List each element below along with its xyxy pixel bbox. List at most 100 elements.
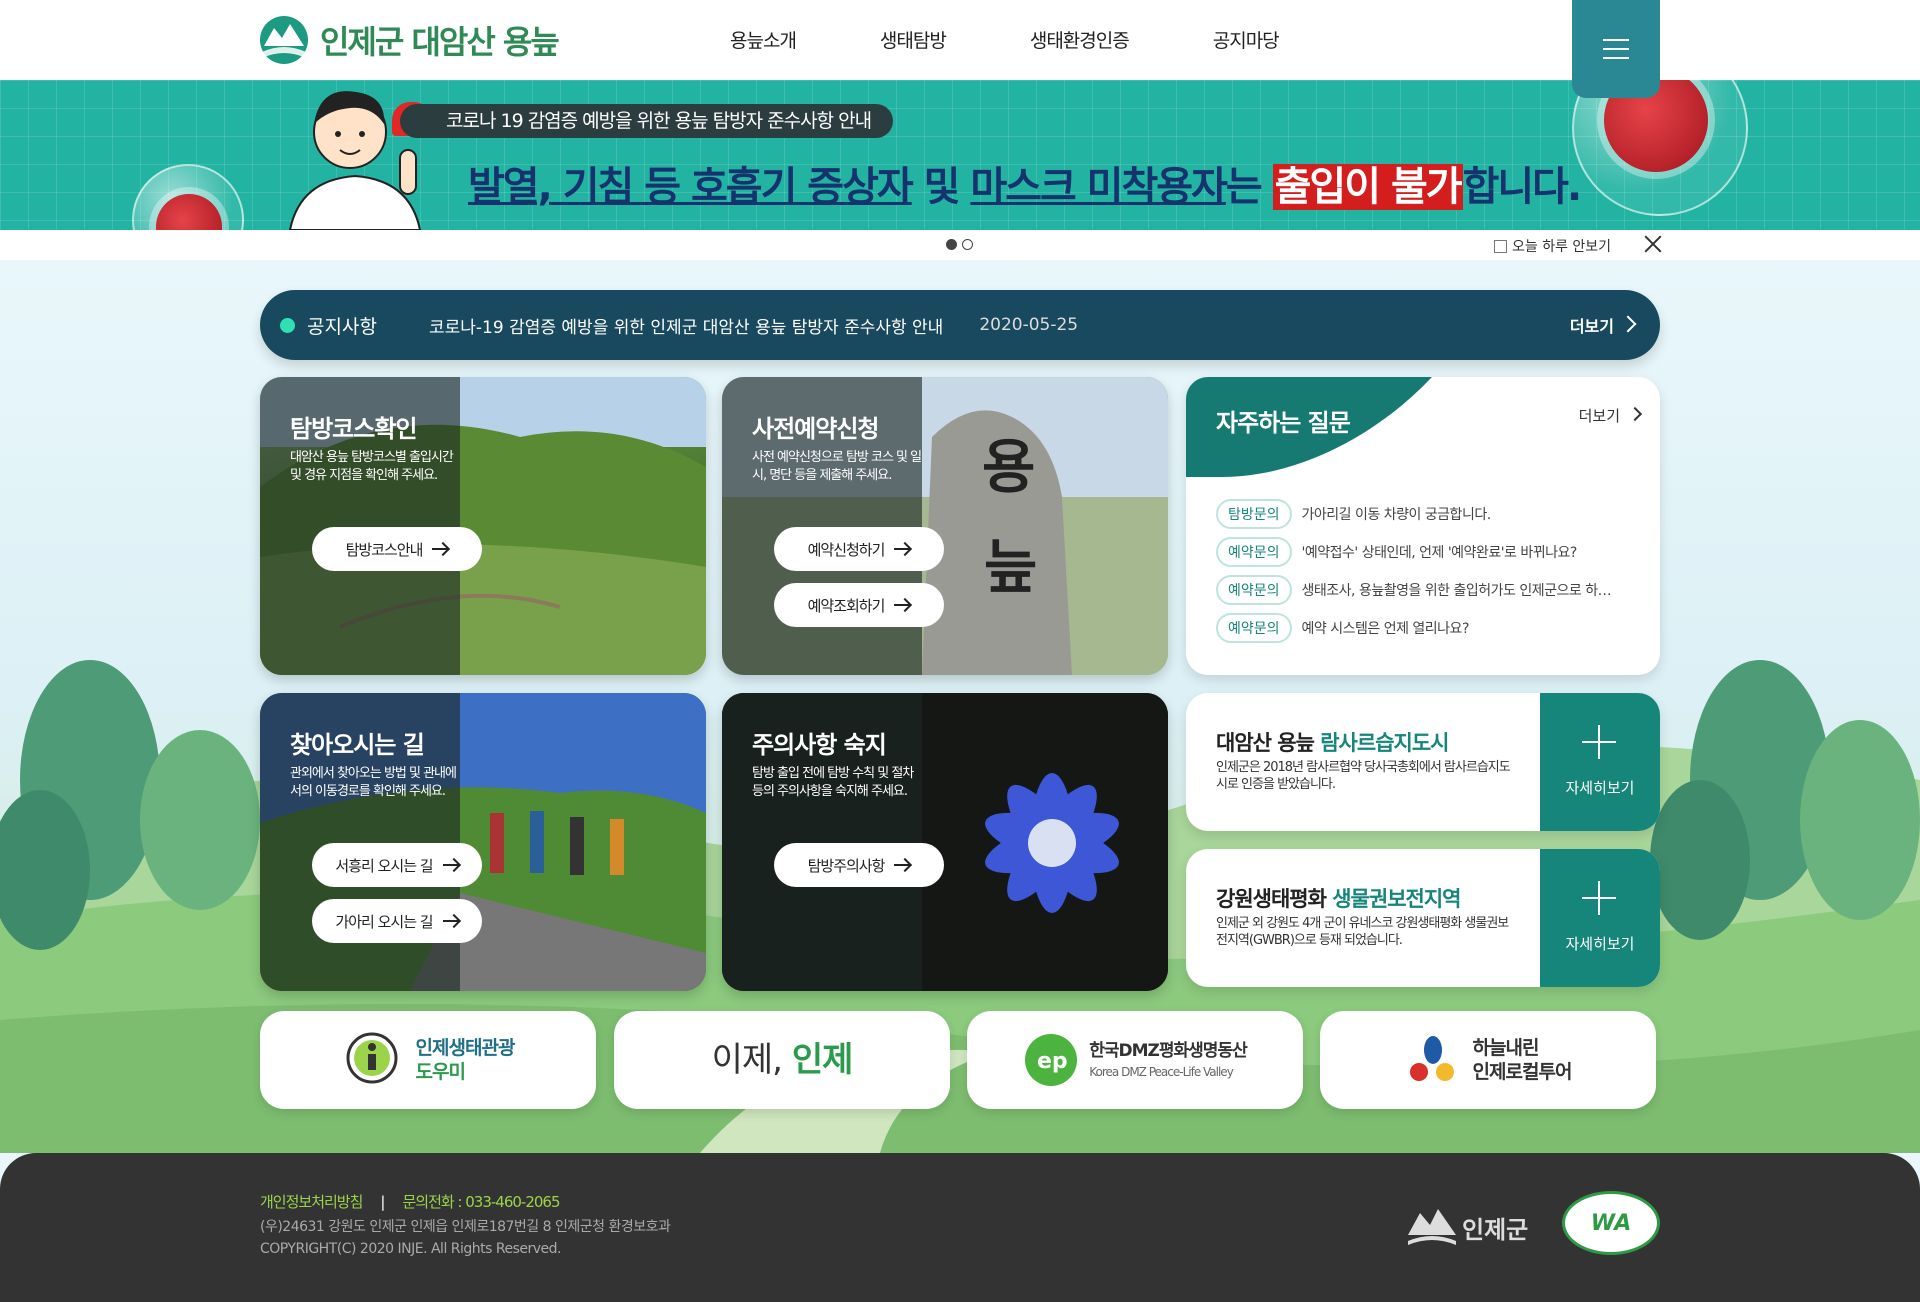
headline-part-1: 발열, 기침 등 호흡기 증상자	[468, 164, 914, 210]
card-directions: 찾아오시는 길 관외에서 찾아오는 방법 및 관내에서의 이동경로를 확인해 주…	[260, 693, 706, 991]
precautions-button[interactable]: 탐방주의사항	[774, 843, 944, 887]
quick-line1: 한국DMZ평화생명동산	[1089, 1041, 1247, 1061]
info-desc: 인제군 외 강원도 4개 군이 유네스코 강원생태평화 생물권보전지역(GWBR…	[1216, 916, 1509, 948]
faq-question[interactable]: '예약접수' 상태인데, 언제 '예약완료'로 바뀌나요?	[1302, 542, 1620, 562]
faq-question[interactable]: 가아리길 이동 차량이 궁금합니다.	[1302, 504, 1620, 524]
button-label: 가아리 오시는 길	[335, 912, 433, 931]
card-title: 주의사항 숙지	[752, 731, 887, 759]
footer-logo-text: 인제군	[1462, 1215, 1529, 1244]
reserve-apply-button[interactable]: 예약신청하기	[774, 527, 944, 571]
info-title-b: 람사르습지도시	[1320, 731, 1449, 755]
faq-tag: 예약문의	[1216, 575, 1292, 605]
button-label: 탐방코스안내	[345, 540, 424, 559]
arrow-right-icon	[894, 864, 911, 866]
ramsar-detail-button[interactable]: 자세히보기	[1540, 693, 1660, 831]
gaari-route-button[interactable]: 가아리 오시는 길	[312, 899, 482, 943]
notice-label: 공지사항	[307, 315, 377, 338]
web-accessibility-mark[interactable]: WA	[1562, 1191, 1660, 1255]
close-icon[interactable]	[1642, 233, 1664, 255]
faq-question[interactable]: 생태조사, 용늪촬영을 위한 출입허가도 인제군으로 하나요?	[1302, 580, 1620, 600]
site-logo[interactable]: 인제군 대암산 용늪	[258, 14, 560, 66]
quick-line1: 하늘내린	[1472, 1037, 1540, 1059]
biosphere-info-box: 강원생태평화 생물권보전지역 인제군 외 강원도 4개 군이 유네스코 강원생태…	[1186, 849, 1660, 987]
pagination-dot-2[interactable]	[962, 239, 973, 250]
button-label: 탐방주의사항	[807, 856, 886, 875]
headline-part-5: 출입이 불가	[1272, 164, 1463, 210]
covid-notice-banner[interactable]: 코로나 19 감염증 예방을 위한 용늪 탐방자 준수사항 안내 발열, 기침 …	[0, 80, 1920, 230]
footer-address: (우)24631 강원도 인제군 인제읍 인제로187번길 8 인제군청 환경보…	[260, 1219, 671, 1235]
headline-part-3: 마스크 미착용자	[970, 164, 1228, 210]
faq-item[interactable]: 예약문의 '예약접수' 상태인데, 언제 '예약완료'로 바뀌나요?	[1216, 533, 1620, 571]
faq-item[interactable]: 예약문의 예약 시스템은 언제 열리나요?	[1216, 609, 1620, 647]
faq-title: 자주하는 질문	[1216, 409, 1351, 437]
card-title: 찾아오시는 길	[290, 731, 425, 759]
detail-label: 자세히보기	[1565, 935, 1635, 953]
notice-bar[interactable]: 공지사항 코로나-19 감염증 예방을 위한 인제군 대암산 용늪 탐방자 준수…	[260, 290, 1660, 360]
faq-tag: 예약문의	[1216, 537, 1292, 567]
local-tour-logo-icon	[1409, 1036, 1454, 1081]
quick-link-label: 하늘내린 인제로컬투어	[1472, 1036, 1573, 1084]
quick-line1: 이제,	[711, 1040, 792, 1080]
biosphere-detail-button[interactable]: 자세히보기	[1540, 849, 1660, 987]
arrow-right-icon	[894, 604, 911, 606]
arrow-right-icon	[442, 920, 459, 922]
info-icon	[346, 1032, 398, 1084]
quick-link-eco-guide[interactable]: 인제생태관광 도우미	[260, 1011, 596, 1109]
faq-panel: 자주하는 질문 더보기 탐방문의 가아리길 이동 차량이 궁금합니다. 예약문의 '…	[1186, 377, 1660, 675]
logo-text: 인제군 대암산 용늪	[320, 23, 560, 61]
notice-more-label: 더보기	[1569, 317, 1614, 336]
faq-tag: 예약문의	[1216, 613, 1292, 643]
seoheung-route-button[interactable]: 서흥리 오시는 길	[312, 843, 482, 887]
plus-icon	[1582, 725, 1616, 759]
info-desc: 인제군은 2018년 람사르협약 당사국총회에서 람사르습지도시로 인증을 받았…	[1216, 760, 1511, 792]
footer-separator: |	[380, 1193, 385, 1211]
info-title: 강원생태평화 생물권보전지역	[1216, 883, 1461, 913]
button-label: 예약신청하기	[807, 540, 886, 559]
notice-dot-icon	[280, 317, 295, 333]
notice-date: 2020-05-25	[979, 315, 1079, 335]
notice-title-link[interactable]: 코로나-19 감염증 예방을 위한 인제군 대암산 용늪 탐방자 준수사항 안내	[429, 313, 943, 338]
faq-question[interactable]: 예약 시스템은 언제 열리나요?	[1302, 618, 1620, 638]
inje-footer-logo[interactable]: 인제군	[1406, 1205, 1528, 1249]
quick-line2: Korea DMZ Peace-Life Valley	[1089, 1065, 1234, 1079]
quick-link-now-inje[interactable]: 이제, 인제	[614, 1011, 950, 1109]
pagination-dot-1[interactable]	[946, 239, 957, 250]
footer-phone: 문의전화 : 033-460-2065	[402, 1193, 560, 1211]
main-nav: 용늪소개 생태탐방 생태환경인증 공지마당	[730, 26, 1363, 53]
reserve-lookup-button[interactable]: 예약조회하기	[774, 583, 944, 627]
arrow-right-icon	[894, 548, 911, 550]
info-title: 대암산 용늪 람사르습지도시	[1216, 727, 1449, 757]
hamburger-icon-line	[1603, 57, 1629, 59]
faq-more-link[interactable]: 더보기	[1579, 405, 1643, 426]
nav-item-certification[interactable]: 생태환경인증	[1030, 26, 1130, 53]
faq-tag: 탐방문의	[1216, 499, 1292, 529]
svg-text:늪: 늪	[984, 533, 1037, 601]
hamburger-menu-button[interactable]	[1572, 0, 1660, 98]
faq-item[interactable]: 탐방문의 가아리길 이동 차량이 궁금합니다.	[1216, 495, 1620, 533]
quick-link-dmz-valley[interactable]: ep 한국DMZ평화생명동산 Korea DMZ Peace-Life Valle…	[967, 1011, 1303, 1109]
dmz-logo-icon: ep	[1025, 1034, 1078, 1086]
privacy-policy-link[interactable]: 개인정보처리방침	[260, 1193, 363, 1211]
card-course: 탐방코스확인 대암산 용늪 탐방코스별 출입시간 및 경유 지점을 확인해 주세…	[260, 377, 706, 675]
course-guide-button[interactable]: 탐방코스안내	[312, 527, 482, 571]
ramsar-info-box: 대암산 용늪 람사르습지도시 인제군은 2018년 람사르협약 당사국총회에서 …	[1186, 693, 1660, 831]
chevron-right-icon	[1619, 315, 1637, 333]
nav-item-intro[interactable]: 용늪소개	[730, 26, 797, 53]
banner-pill-title: 코로나 19 감염증 예방을 위한 용늪 탐방자 준수사항 안내	[400, 104, 894, 138]
button-label: 예약조회하기	[807, 596, 886, 615]
headline-part-2: 및	[911, 164, 971, 210]
quick-line2: 인제	[791, 1040, 854, 1080]
nav-item-eco-tour[interactable]: 생태탐방	[880, 26, 947, 53]
quick-link-label: 이제, 인제	[711, 1040, 854, 1080]
wa-mark-text: WA	[1590, 1210, 1632, 1236]
nav-item-notice-board[interactable]: 공지마당	[1213, 26, 1280, 53]
hide-today-toggle[interactable]: 오늘 하루 안보기	[1494, 236, 1611, 256]
notice-more-link[interactable]: 더보기	[1569, 313, 1637, 337]
quick-link-local-tour[interactable]: 하늘내린 인제로컬투어	[1320, 1011, 1656, 1109]
banner-pagination	[946, 239, 973, 250]
card-reservation: 용 늪 사전예약신청 사전 예약신청으로 탐방 코스 및 일시, 명단 등을 제…	[722, 377, 1168, 675]
faq-item[interactable]: 예약문의 생태조사, 용늪촬영을 위한 출입허가도 인제군으로 하나요?	[1216, 571, 1620, 609]
hamburger-icon	[1603, 39, 1629, 41]
hide-today-checkbox[interactable]	[1494, 239, 1507, 253]
card-title: 탐방코스확인	[290, 415, 417, 443]
